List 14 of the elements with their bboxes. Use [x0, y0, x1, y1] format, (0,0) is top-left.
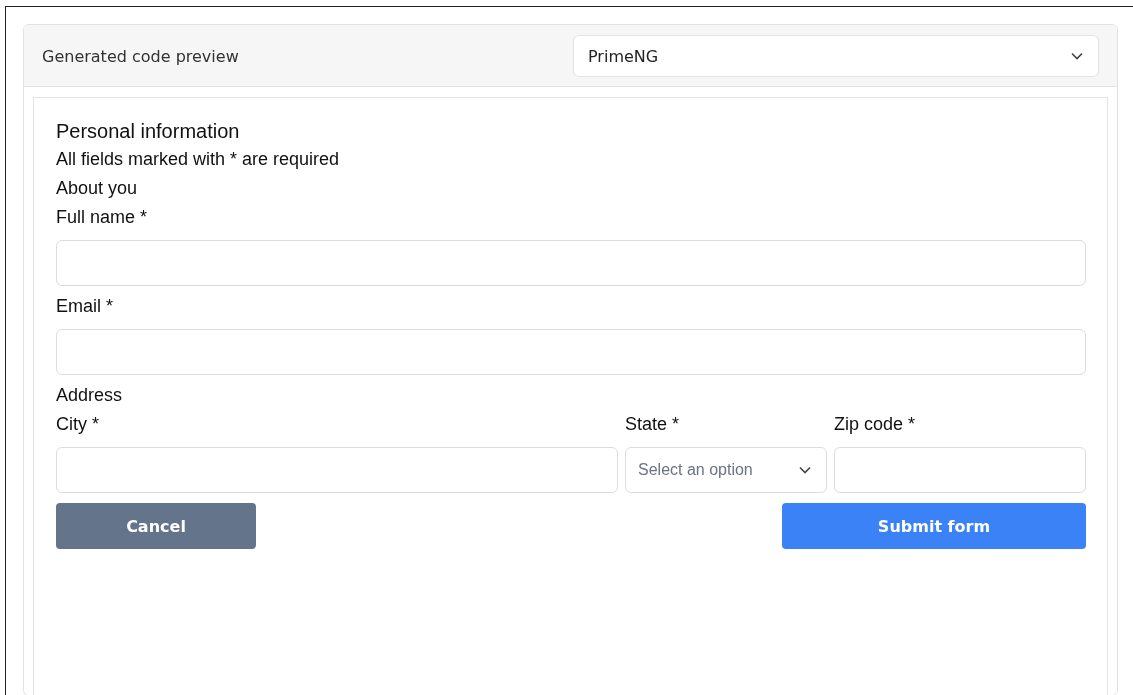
- field-label: Email *: [56, 296, 114, 317]
- submit-button[interactable]: Submit form: [782, 503, 1086, 549]
- field-label: Zip code *: [834, 414, 917, 435]
- field-label: Full name *: [56, 207, 149, 228]
- cancel-button[interactable]: Cancel: [56, 503, 256, 549]
- section-heading: About you: [56, 178, 139, 199]
- framework-dropdown[interactable]: PrimeNG: [573, 35, 1099, 77]
- section-heading: Address: [56, 385, 124, 406]
- select-dropdown[interactable]: Select an option: [625, 447, 827, 493]
- required-note: All fields marked with * are required: [56, 149, 341, 170]
- field-label: State *: [625, 414, 681, 435]
- field-label: City *: [56, 414, 100, 435]
- preview-title: Generated code preview: [42, 46, 239, 66]
- form-title: Personal information: [56, 120, 241, 143]
